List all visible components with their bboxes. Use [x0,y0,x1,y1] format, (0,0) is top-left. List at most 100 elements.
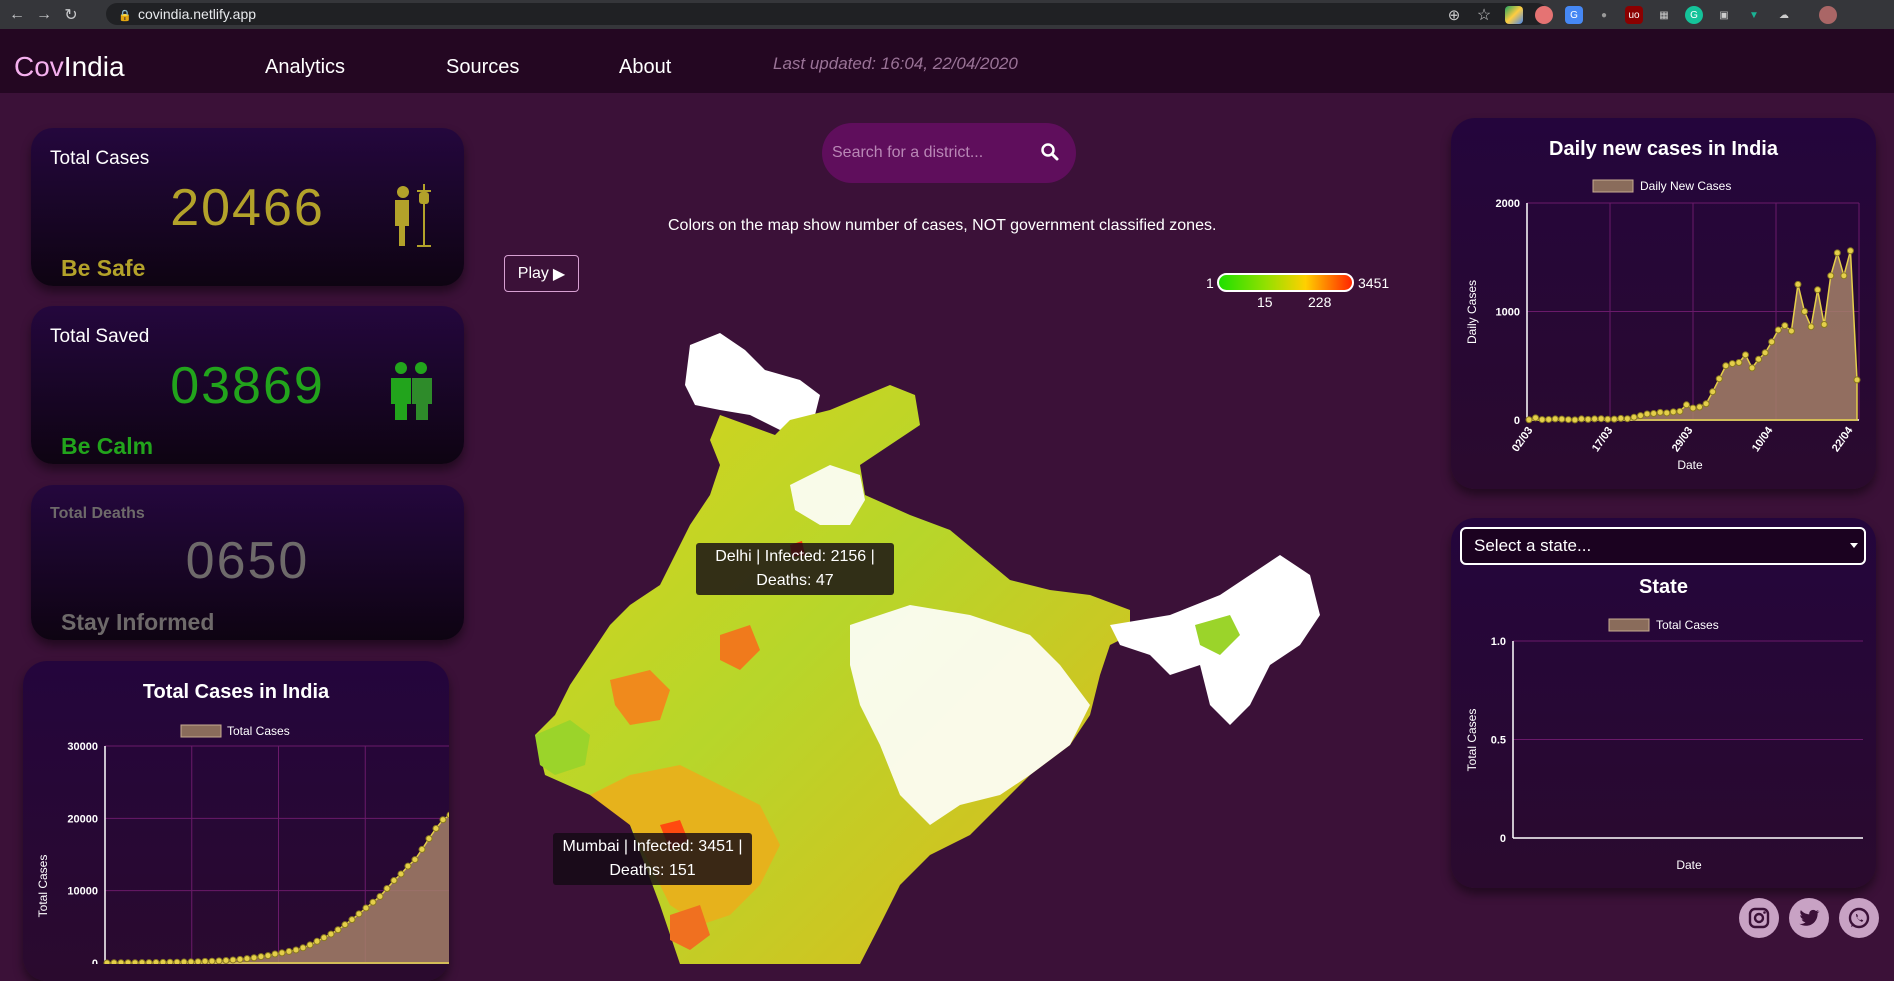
drive-icon[interactable] [1505,6,1523,24]
star-icon[interactable]: ☆ [1475,6,1493,24]
data-point [1551,415,1559,423]
data-point [1577,415,1585,423]
data-point [159,958,167,964]
data-point [1604,415,1612,423]
data-point [1545,415,1553,423]
data-point [1637,412,1645,420]
data-point [1610,415,1618,423]
play-label: Play [517,264,549,282]
data-point [418,845,426,853]
ublock-icon[interactable]: uo [1625,6,1643,24]
url-text: covindia.netlify.app [138,6,257,22]
data-point [124,959,132,964]
data-point [1768,338,1776,346]
data-point [117,959,125,964]
data-point [1735,358,1743,366]
data-point [110,959,118,964]
data-point [404,862,412,870]
data-point [1663,409,1671,417]
data-point [1741,351,1749,359]
state-select[interactable]: Select a state... [1460,527,1866,565]
card-title: Total Cases [50,148,150,169]
chevron-down-icon [1850,543,1858,548]
data-point [397,870,405,878]
extension-icon[interactable]: ▦ [1655,6,1673,24]
legend-tick: 15 [1257,294,1273,310]
data-point [131,959,139,964]
x-axis-label: Date [1676,858,1702,872]
data-point [194,958,202,964]
daily-cases-chart: Daily New Cases 0 1000 2000 02/03 17/03 29/03… [1465,179,1861,472]
tooltip-line: Delhi | Infected: 2156 | [715,548,875,565]
legend-tick: 228 [1308,294,1332,310]
data-point [327,930,335,938]
plot-area: 0 10000 20000 30000 [67,741,449,964]
data-point [383,884,391,892]
add-icon[interactable]: ⊕ [1445,6,1463,24]
legend-max: 3451 [1358,275,1390,291]
card-footer: Be Calm [61,433,154,459]
search-icon[interactable] [1040,142,1060,162]
state-chart: Total Cases 0 0.5 1.0 Total Cases Date [1465,618,1863,872]
y-tick-label: 30000 [67,741,98,753]
data-point [1702,400,1710,408]
data-point [320,934,328,942]
whatsapp-icon[interactable] [1839,898,1879,938]
color-legend-bar [1217,273,1354,292]
grammarly-icon[interactable]: G [1685,6,1703,24]
play-button[interactable]: Play ▶ [504,255,579,292]
y-axis-label: Daily Cases [1465,280,1479,344]
extension-icon[interactable] [1535,6,1553,24]
address-bar[interactable]: 🔒 covindia.netlify.app [106,3,1548,25]
x-tick-label: 10/04 [1750,424,1776,454]
data-point [1630,413,1638,421]
data-point [1846,247,1854,255]
extension-icon[interactable]: ☁ [1775,6,1793,24]
pin-icon[interactable]: ● [1595,6,1613,24]
search-input[interactable] [832,138,1022,168]
data-point [439,816,447,824]
instagram-icon[interactable] [1739,898,1779,938]
legend-swatch [1608,618,1650,632]
data-point [1722,362,1730,370]
data-point [1709,388,1717,396]
data-point [334,926,342,934]
district-search [822,123,1076,183]
twitter-icon[interactable] [1789,898,1829,938]
forward-icon[interactable]: → [34,5,54,25]
nav-analytics[interactable]: Analytics [265,56,345,79]
data-point [1840,272,1848,280]
data-point [243,955,251,963]
data-point [1696,403,1704,411]
total-cases-chart-card: Total Cases in India Total Cases 0 10000 2… [23,661,449,981]
kashmir-region[interactable] [685,333,820,430]
deaths-value: 0650 [185,532,310,590]
data-point [1532,414,1540,422]
total-saved-card: Total Saved 03869 Be Calm [31,306,464,464]
extension-icon[interactable]: ▣ [1715,6,1733,24]
data-point [425,835,433,843]
nav-about[interactable]: About [619,56,671,79]
data-point [376,892,384,900]
y-axis-label: Total Cases [1465,709,1479,772]
data-point [1689,404,1697,412]
data-point [1591,415,1599,423]
data-point [1827,272,1835,280]
translate-icon[interactable]: G [1565,6,1583,24]
select-placeholder: Select a state... [1474,536,1592,555]
lock-icon: 🔒 [118,9,132,22]
data-point [341,921,349,929]
back-icon[interactable]: ← [7,5,27,25]
data-point [201,957,209,964]
logo[interactable]: CovIndia [14,51,125,83]
nav-sources[interactable]: Sources [446,56,519,79]
avatar[interactable] [1819,6,1837,24]
x-tick-label: 22/04 [1830,424,1856,454]
data-point [1571,416,1579,424]
reload-icon[interactable]: ↻ [61,5,81,25]
data-point [1558,415,1566,423]
data-point [306,941,314,949]
data-point [103,959,111,964]
tooltip-line: Deaths: 47 [756,572,834,589]
shield-icon[interactable]: ▼ [1745,6,1763,24]
